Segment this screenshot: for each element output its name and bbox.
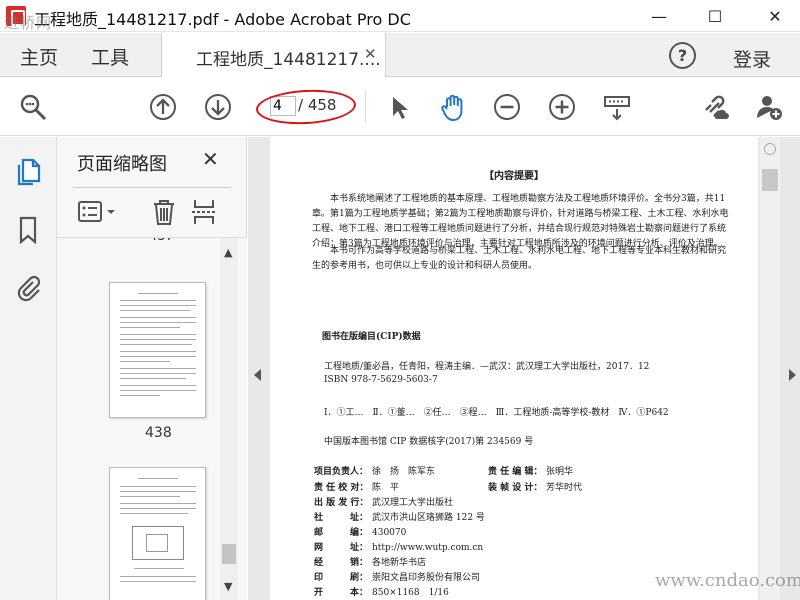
publisher-label: 经 销： <box>314 558 369 568</box>
publisher-row: 项目负责人：徐 扬 陈军东 责 任 编 辑： 张明华 <box>314 464 573 477</box>
zoom-search-icon[interactable] <box>18 92 48 122</box>
cloud-link-icon[interactable] <box>700 92 730 122</box>
thumbnail-page-438[interactable] <box>109 282 206 418</box>
add-user-icon[interactable] <box>754 92 784 122</box>
next-page-icon[interactable] <box>203 92 233 122</box>
window-title: 工程地质_14481217.pdf - Adobe Acrobat Pro DC <box>34 10 411 29</box>
document-view[interactable]: 【内容提要】 本书系统地阐述了工程地质的基本原理、工程地质勘察方法及工程地质环境… <box>248 137 800 600</box>
toolbar-divider <box>365 90 366 122</box>
publisher-row: 网 址： http://www.wutp.com.cn <box>314 540 483 553</box>
publisher-row: 出 版 发 行： 武汉理工大学出版社 <box>314 495 453 508</box>
tab-document[interactable]: 工程地质_14481217.... ✕ <box>161 33 386 77</box>
panel-toolbar <box>75 197 235 229</box>
publisher-value: 武汉理工大学出版社 <box>372 498 454 508</box>
publisher-value: http://www.wutp.com.cn <box>372 543 484 553</box>
minimize-button[interactable]: — <box>636 0 682 32</box>
publisher-label: 装 帧 设 计： <box>488 483 543 493</box>
cip-title: 图书在版编目(CIP)数据 <box>322 332 421 342</box>
publisher-label: 项目负责人： <box>314 467 369 477</box>
close-window-button[interactable]: ✕ <box>752 0 798 32</box>
delete-page-icon[interactable] <box>149 197 179 227</box>
publisher-value: 武汉市洪山区珞狮路 122 号 <box>372 513 485 523</box>
hand-tool-icon[interactable] <box>438 92 468 122</box>
document-scroll-thumb[interactable] <box>762 169 778 191</box>
publisher-label: 邮 编： <box>314 528 369 538</box>
title-bar: 工程地质_14481217.pdf - Adobe Acrobat Pro DC… <box>0 0 800 32</box>
publisher-value: 崇阳文昌印务股份有限公司 <box>372 573 481 583</box>
tab-tools[interactable]: 工具 <box>91 43 129 70</box>
collapse-left-panel-icon[interactable] <box>254 369 261 381</box>
publisher-label: 社 址： <box>314 513 369 523</box>
main-toolbar: / 458 <box>0 78 800 136</box>
publisher-label: 出 版 发 行： <box>314 498 369 508</box>
thumbnail-label: 437 <box>149 238 174 244</box>
insert-page-icon[interactable] <box>189 197 219 227</box>
publisher-value: 430070 <box>372 528 407 538</box>
close-panel-icon[interactable]: ✕ <box>202 147 219 171</box>
panel-title: 页面缩略图 <box>77 154 167 175</box>
publisher-row: 印 刷： 崇阳文昌印务股份有限公司 <box>314 570 480 583</box>
publisher-label: 印 刷： <box>314 573 369 583</box>
close-tab-icon[interactable]: ✕ <box>364 45 377 63</box>
scroll-down-icon[interactable]: ▼ <box>224 580 232 593</box>
thumbnail-page-439[interactable] <box>109 467 206 600</box>
panel-divider <box>73 187 231 188</box>
publisher-row: 经 销： 各地新华书店 <box>314 555 426 568</box>
publisher-value: 陈 平 <box>372 483 400 493</box>
navigation-rail <box>0 137 57 600</box>
thumbnail-label: 438 <box>145 425 172 441</box>
page-display-icon[interactable] <box>602 92 632 122</box>
zoom-out-icon[interactable] <box>492 92 522 122</box>
tab-bar: 主页 工具 工程地质_14481217.... ✕ ? 登录 <box>0 33 800 77</box>
expand-right-panel-icon[interactable] <box>789 369 796 381</box>
document-scrollbar[interactable] <box>760 137 780 600</box>
publisher-row: 社 址： 武汉市洪山区珞狮路 122 号 <box>314 510 485 523</box>
page-thumbnails-icon[interactable] <box>14 157 42 187</box>
tab-document-label: 工程地质_14481217.... <box>196 50 381 70</box>
document-scroll-up-icon[interactable] <box>764 143 776 155</box>
corner-watermark: 进桥网 <box>4 14 53 32</box>
cip-isbn: ISBN 978-7-5629-5603-7 <box>324 375 438 385</box>
cip-citation: 工程地质/董必昌，任青阳，程涛主编．—武汉：武汉理工大学出版社，2017．12 <box>324 362 650 372</box>
publisher-value: 各地新华书店 <box>372 558 427 568</box>
zoom-in-icon[interactable] <box>547 92 577 122</box>
publisher-row: 责 任 校 对：陈 平 装 帧 设 计： 芳华时代 <box>314 480 582 493</box>
site-watermark: www.cndao.com <box>655 570 800 591</box>
help-icon[interactable]: ? <box>669 42 696 69</box>
publisher-row: 邮 编： 430070 <box>314 525 406 538</box>
publisher-label: 责 任 校 对： <box>314 483 369 493</box>
publisher-value: 徐 扬 陈军东 <box>372 467 436 477</box>
tab-home[interactable]: 主页 <box>20 43 58 70</box>
cip-record-number: 中国版本图书馆 CIP 数据核字(2017)第 234569 号 <box>324 437 534 447</box>
thumbnail-options-icon[interactable] <box>77 197 121 227</box>
cip-classification: Ⅰ．①工… Ⅱ．①董… ②任… ③程… Ⅲ．工程地质-高等学校-教材 Ⅳ．①P6… <box>324 408 669 418</box>
bookmarks-icon[interactable] <box>14 215 42 245</box>
login-button[interactable]: 登录 <box>733 45 771 72</box>
thumbnail-scrollbar[interactable]: ▲ ▼ <box>220 238 238 600</box>
document-page: 【内容提要】 本书系统地阐述了工程地质的基本原理、工程地质勘察方法及工程地质环境… <box>270 137 758 600</box>
scroll-up-icon[interactable]: ▲ <box>224 246 232 259</box>
thumbnail-figure-inner <box>146 534 168 552</box>
thumbnail-scroll-thumb[interactable] <box>222 544 236 564</box>
publisher-value: 张明华 <box>546 467 574 477</box>
publisher-label: 网 址： <box>314 543 369 553</box>
maximize-button[interactable]: ☐ <box>692 0 738 32</box>
publisher-label: 责 任 编 辑： <box>488 467 543 477</box>
thumbnail-panel: 页面缩略图 ✕ 437 <box>57 137 247 600</box>
abstract-paragraph-1: 本书系统地阐述了工程地质的基本原理、工程地质勘察方法及工程地质环境评价。全书分3… <box>312 194 729 249</box>
publisher-value: 850×1168 1/16 <box>372 588 449 598</box>
publisher-row: 开 本： 850×1168 1/16 <box>314 585 449 598</box>
attachments-icon[interactable] <box>14 273 42 303</box>
thumbnail-list[interactable]: 437 438 <box>57 237 247 600</box>
abstract-paragraph-2: 本书可作为高等学校道路与桥梁工程、土木工程、水利水电工程、地下工程等专业本科生教… <box>312 246 727 271</box>
previous-page-icon[interactable] <box>148 92 178 122</box>
select-pointer-icon[interactable] <box>384 92 414 122</box>
abstract-title: 【内容提要】 <box>484 171 544 182</box>
publisher-value: 芳华时代 <box>546 483 583 493</box>
publisher-label: 开 本： <box>314 588 369 598</box>
